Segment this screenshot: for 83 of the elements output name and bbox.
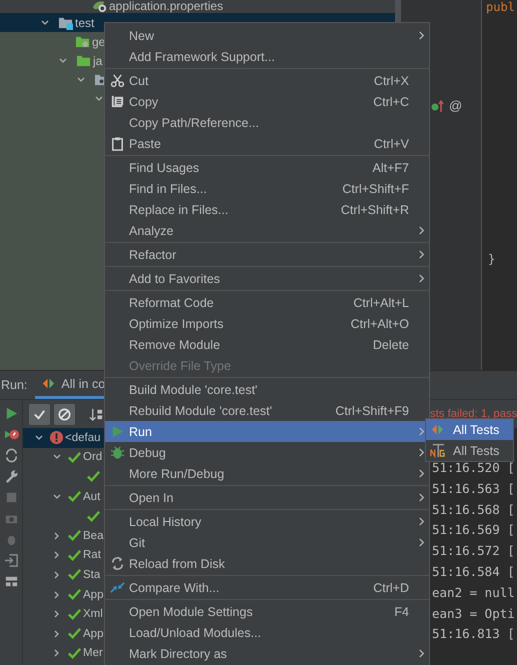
tree-item[interactable]: ge — [92, 34, 106, 48]
menu-item[interactable]: Mark Directory as — [105, 643, 429, 664]
test-result-label[interactable]: App — [83, 628, 104, 640]
test-result-label[interactable]: <defau — [65, 432, 100, 444]
console-line: ean2 = null — [431, 584, 516, 602]
menu-item[interactable]: Open In — [105, 487, 429, 508]
menu-item[interactable]: Git — [105, 532, 429, 553]
menu-item[interactable]: Compare With... Ctrl+D — [105, 577, 429, 598]
console-line: ean3 = Opti — [431, 604, 516, 623]
test-icon — [41, 376, 56, 391]
folder-icon — [76, 53, 91, 68]
toggle-auto-test-icon[interactable] — [4, 448, 18, 463]
test-result-label[interactable]: Rat — [83, 549, 101, 562]
test-icon — [430, 422, 445, 437]
menu-item[interactable]: More Run/Debug — [105, 463, 429, 484]
menu-item[interactable]: All Tests — [426, 419, 513, 440]
compare-icon — [110, 580, 124, 595]
console-line: 51:16.563 [ — [431, 480, 516, 498]
test-result-label[interactable]: Bea — [83, 530, 104, 542]
console-line: 51:16.584 [ — [431, 562, 516, 581]
menu-item[interactable]: Cut Ctrl+X — [105, 70, 429, 91]
panel-title: Run: — [1, 378, 28, 392]
menu-item[interactable]: Debug — [105, 442, 429, 463]
layout-icon[interactable] — [4, 574, 18, 589]
folder-icon — [58, 15, 73, 30]
copy-icon — [110, 94, 124, 109]
menu-item[interactable]: New — [105, 25, 429, 46]
clipboard-icon — [110, 136, 124, 151]
console-line: 51:16.813 [ — [431, 625, 516, 644]
menu-item[interactable]: Analyze — [105, 220, 429, 241]
chevron-icon[interactable] — [94, 94, 104, 104]
sort-icon[interactable] — [89, 406, 104, 422]
menu-item[interactable]: Local History — [105, 511, 429, 532]
menu-item[interactable]: Copy Ctrl+C — [105, 91, 429, 112]
tree-item[interactable]: application.properties — [109, 0, 224, 13]
menu-item[interactable]: Add to Favorites — [105, 268, 429, 289]
menu-item[interactable]: Refactor — [105, 244, 429, 265]
tree-row[interactable]: application.properties — [0, 0, 395, 13]
testng-icon — [430, 443, 445, 458]
wrench-icon[interactable] — [4, 469, 18, 484]
menu-item[interactable]: Reformat Code Ctrl+Alt+L — [105, 292, 429, 313]
code-line: } — [488, 252, 496, 266]
chevron-icon[interactable] — [76, 74, 86, 84]
properties-file-icon — [92, 0, 107, 13]
menu-item[interactable]: Reload from Disk — [105, 553, 429, 574]
test-result-label[interactable]: Mer — [83, 647, 103, 660]
tree-item[interactable]: test — [75, 16, 94, 30]
menu-item[interactable]: All Tests — [426, 440, 513, 461]
menu-item[interactable]: Copy Path/Reference... — [105, 112, 429, 133]
show-ignored-button[interactable] — [54, 404, 75, 424]
test-result-label[interactable]: Xml — [83, 608, 103, 620]
menu-item[interactable]: Find Usages Alt+F7 — [105, 157, 429, 178]
test-result-label[interactable]: Ord — [83, 451, 102, 464]
menu-item[interactable]: Find in Files... Ctrl+Shift+F — [105, 178, 429, 199]
code-line: publ — [486, 0, 515, 14]
menu-item[interactable]: Open Module Settings F4 — [105, 601, 429, 622]
implements-icon[interactable] — [431, 98, 445, 112]
chevron-icon[interactable] — [58, 56, 68, 66]
menu-item[interactable]: Optimize Imports Ctrl+Alt+O — [105, 313, 429, 334]
tree-item[interactable]: ja — [93, 54, 102, 68]
menu-item[interactable]: Paste Ctrl+V — [105, 133, 429, 154]
menu-item[interactable]: Load/Unload Modules... — [105, 622, 429, 643]
console-line: 51:16.569 [ — [431, 521, 516, 540]
test-summary: sts failed: 1, pass — [430, 408, 517, 420]
test-result-label[interactable]: Aut — [83, 490, 100, 503]
console-line: 51:16.568 [ — [431, 500, 516, 519]
no-entry-icon — [57, 406, 72, 422]
console-line: 51:16.572 [ — [431, 542, 516, 560]
menu-item[interactable]: Replace in Files... Ctrl+Shift+R — [105, 199, 429, 220]
chevron-icon[interactable] — [40, 18, 50, 28]
show-passed-button[interactable] — [29, 404, 50, 424]
annotation-mark: @ — [449, 98, 462, 113]
console-line: 51:16.520 [ — [431, 459, 516, 477]
menu-item[interactable]: Add Framework Support... — [105, 46, 429, 67]
menu-item[interactable]: Rebuild Module 'core.test' Ctrl+Shift+F9 — [105, 400, 429, 421]
exit-icon[interactable] — [4, 553, 18, 568]
reload-icon — [110, 556, 124, 571]
scissors-icon — [110, 73, 124, 88]
rerun-failed-icon[interactable] — [4, 427, 18, 442]
test-result-label[interactable]: App — [83, 588, 104, 601]
menu-item[interactable]: Remove Module Delete — [105, 334, 429, 355]
folder-icon — [75, 34, 90, 49]
test-result-label[interactable]: Sta — [83, 568, 100, 581]
